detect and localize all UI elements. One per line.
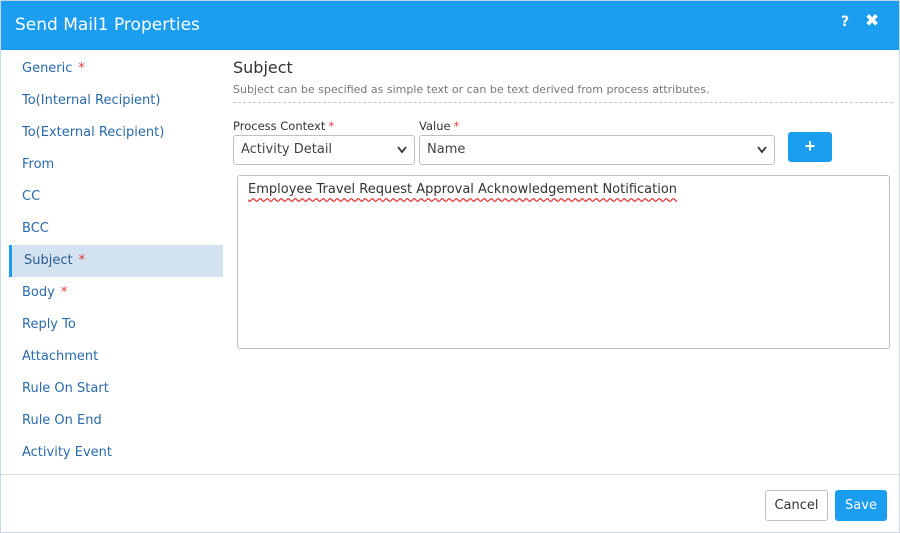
required-marker: * [453, 119, 460, 133]
sidebar-item-to-external[interactable]: To(External Recipient) [9, 117, 223, 149]
subject-textarea[interactable]: Employee Travel Request Approval Acknowl… [237, 175, 890, 349]
plus-icon: + [804, 136, 816, 156]
sidebar-item-activity-event[interactable]: Activity Event [9, 437, 223, 469]
chevron-down-icon [756, 136, 768, 175]
save-button[interactable]: Save [835, 490, 887, 521]
sidebar-item-label: Attachment [22, 349, 99, 364]
process-context-label: Process Context * [233, 119, 334, 133]
sidebar-item-generic[interactable]: Generic * [9, 53, 223, 85]
page-title: Subject [233, 58, 293, 77]
sidebar-item-label: From [22, 157, 55, 172]
required-marker: * [328, 119, 335, 133]
sidebar-item-label: To(External Recipient) [22, 125, 165, 140]
value-select-value: Name [427, 142, 466, 157]
sidebar-item-label: Rule On End [22, 413, 102, 428]
sidebar-item-label: BCC [22, 221, 49, 236]
dialog-footer: Cancel Save [1, 474, 899, 532]
sidebar-item-rule-on-start[interactable]: Rule On Start [9, 373, 223, 405]
sidebar-item-reply-to[interactable]: Reply To [9, 309, 223, 341]
value-select[interactable]: Name [419, 135, 775, 165]
sidebar-item-bcc[interactable]: BCC [9, 213, 223, 245]
divider [233, 102, 893, 103]
process-context-label-text: Process Context [233, 119, 326, 133]
sidebar-item-rule-on-end[interactable]: Rule On End [9, 405, 223, 437]
subject-text: Employee Travel Request Approval Acknowl… [248, 182, 678, 197]
sidebar-item-label: Reply To [22, 317, 76, 332]
close-icon[interactable]: ✖ [865, 11, 879, 31]
help-icon[interactable]: ? [841, 14, 849, 30]
sidebar-nav: Generic * To(Internal Recipient) To(Exter… [9, 53, 223, 469]
required-marker: * [78, 253, 86, 268]
sidebar-item-label: To(Internal Recipient) [22, 93, 161, 108]
chevron-down-icon [396, 136, 408, 175]
section-description: Subject can be specified as simple text … [233, 83, 710, 96]
process-context-select[interactable]: Activity Detail [233, 135, 415, 165]
required-marker: * [78, 61, 85, 76]
sidebar-item-label: Subject [24, 253, 73, 268]
add-attribute-button[interactable]: + [788, 132, 832, 162]
sidebar-item-subject[interactable]: Subject * [9, 245, 223, 277]
dialog-header: Send Mail1 Properties ? ✖ [1, 1, 899, 50]
sidebar-item-cc[interactable]: CC [9, 181, 223, 213]
dialog-title: Send Mail1 Properties [15, 15, 200, 35]
sidebar-item-to-internal[interactable]: To(Internal Recipient) [9, 85, 223, 117]
sidebar-item-label: Rule On Start [22, 381, 109, 396]
process-context-value: Activity Detail [241, 142, 333, 157]
sidebar-item-label: Body [22, 285, 55, 300]
sidebar-item-label: Generic [22, 61, 73, 76]
value-label-text: Value [419, 119, 451, 133]
sidebar-item-label: CC [22, 189, 41, 204]
value-label: Value * [419, 119, 459, 133]
sidebar-item-body[interactable]: Body * [9, 277, 223, 309]
sidebar-item-from[interactable]: From [9, 149, 223, 181]
required-marker: * [60, 285, 68, 300]
sidebar-item-attachment[interactable]: Attachment [9, 341, 223, 373]
sidebar-item-label: Activity Event [22, 445, 112, 460]
properties-dialog: Send Mail1 Properties ? ✖ Generic * To(In… [0, 0, 900, 533]
cancel-button[interactable]: Cancel [765, 490, 828, 521]
